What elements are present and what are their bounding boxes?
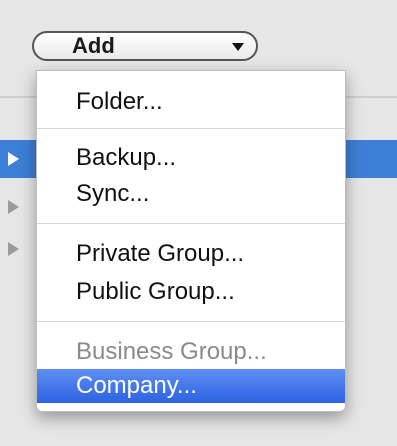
add-popup-label: Add [72,33,115,58]
chevron-down-icon [232,43,244,51]
menu-separator [37,321,345,322]
menu-item-public-group[interactable]: Public Group... [37,275,345,309]
menu-item-private-group[interactable]: Private Group... [37,237,345,271]
menu-item-company[interactable]: Company... [37,369,345,403]
menu-item-sync[interactable]: Sync... [37,177,345,211]
menu-separator [37,223,345,224]
menu-item-backup[interactable]: Backup... [37,141,345,175]
disclosure-triangle-icon[interactable] [8,200,19,214]
menu-separator [37,128,345,129]
disclosure-triangle-icon[interactable] [8,152,19,166]
add-popup-button[interactable]: Add [32,31,258,61]
disclosure-triangle-icon[interactable] [8,242,19,256]
add-menu: Folder... Backup... Sync... Private Grou… [36,70,346,412]
menu-item-folder[interactable]: Folder... [37,85,345,119]
menu-item-business-group: Business Group... [76,338,267,365]
